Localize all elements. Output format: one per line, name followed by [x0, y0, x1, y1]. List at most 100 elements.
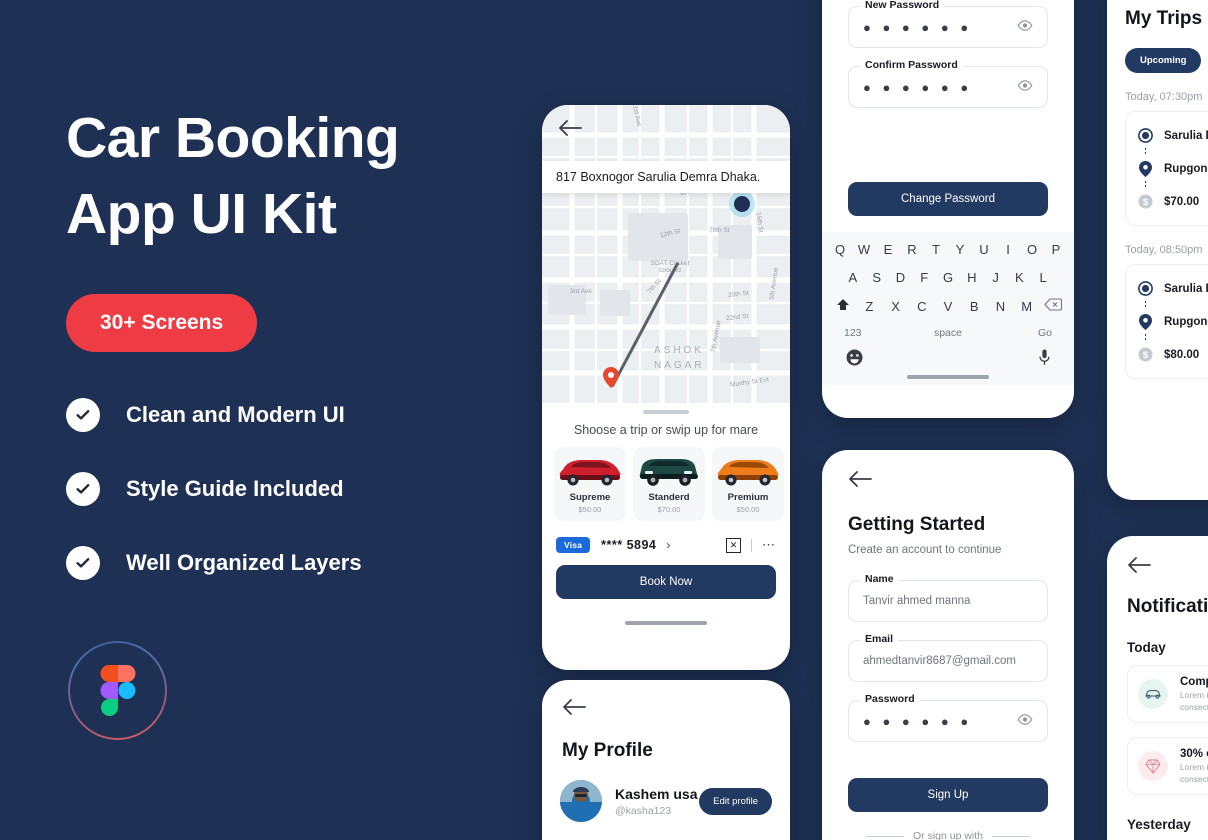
key-d[interactable]: D [889, 270, 913, 285]
edit-profile-button[interactable]: Edit profile [699, 787, 772, 815]
key-w[interactable]: W [852, 242, 876, 257]
car-option[interactable]: Supreme $50.00 [554, 447, 626, 521]
car-price: $70.00 [657, 505, 681, 514]
key-b[interactable]: B [961, 299, 987, 314]
trip-card[interactable]: Sarulia Demra Rupgong, Dhaka $ $70.00 [1125, 111, 1208, 226]
trip-fare-row: $ $80.00 [1138, 342, 1208, 367]
car-suv-green-icon [639, 459, 698, 486]
payment-method-row[interactable]: Visa **** 5894 › ✕ ⋯ [542, 525, 790, 559]
backspace-icon[interactable] [1040, 298, 1066, 314]
shift-up-icon[interactable] [830, 298, 856, 314]
eye-icon[interactable] [1017, 712, 1033, 730]
key-q[interactable]: Q [828, 242, 852, 257]
key-f[interactable]: F [912, 270, 936, 285]
confirm-password-field[interactable]: ● ● ● ● ● ● Confirm Password [848, 59, 1048, 108]
key-g[interactable]: G [936, 270, 960, 285]
destination-dot-icon [734, 196, 750, 212]
key-s[interactable]: S [865, 270, 889, 285]
emoji-smiley-icon[interactable] [846, 349, 863, 371]
new-password-field[interactable]: ● ● ● ● ● ● New Password [848, 0, 1048, 48]
key-v[interactable]: V [935, 299, 961, 314]
signup-title: Getting Started [848, 514, 986, 535]
key-numeric[interactable]: 123 [844, 327, 913, 339]
keyboard-row-1: Q W E R T Y U I O P [828, 242, 1068, 257]
password-field[interactable]: ● ● ● ● ● ● Password [848, 693, 1048, 742]
phone-screen-booking: 817 Boxnogor Sarulia Demra Dhaka. 21st A… [542, 105, 790, 670]
signup-button[interactable]: Sign Up [848, 778, 1048, 812]
map-pin-icon [1138, 160, 1153, 177]
key-n[interactable]: N [987, 299, 1013, 314]
radio-dot-icon [1138, 281, 1153, 296]
change-password-button[interactable]: Change Password [848, 182, 1048, 216]
notification-item[interactable]: Complete Lorem ipsum consecter [1127, 665, 1208, 723]
trip-destination: Rupgong, Dhaka [1164, 162, 1208, 175]
key-a[interactable]: A [841, 270, 865, 285]
key-p[interactable]: P [1044, 242, 1068, 257]
tab-upcoming[interactable]: Upcoming [1125, 48, 1202, 73]
key-y[interactable]: Y [948, 242, 972, 257]
trip-destination-row: Rupgong, Dhaka [1138, 156, 1208, 181]
title-line-2: App UI Kit [66, 182, 337, 246]
book-now-button[interactable]: Book Now [556, 565, 776, 599]
trips-title: My Trips [1125, 8, 1203, 29]
eye-icon[interactable] [1017, 18, 1033, 36]
divider [865, 835, 904, 837]
profile-back-button[interactable] [562, 698, 790, 716]
map-back-button[interactable] [558, 119, 582, 137]
chevron-right-icon[interactable]: › [666, 538, 670, 552]
email-field[interactable]: ahmedtanvir8687@gmail.com Email [848, 633, 1048, 682]
figma-logo-icon [70, 643, 165, 738]
key-o[interactable]: O [1020, 242, 1044, 257]
trip-origin: Sarulia Demra [1164, 282, 1208, 295]
avatar[interactable] [560, 780, 602, 822]
key-space[interactable]: space [913, 327, 982, 339]
field-label: Password [860, 693, 920, 705]
key-e[interactable]: E [876, 242, 900, 257]
onscreen-keyboard: Q W E R T Y U I O P A S D F G H J K L Z … [822, 232, 1074, 385]
back-arrow-icon [559, 120, 582, 136]
key-i[interactable]: I [996, 242, 1020, 257]
car-option[interactable]: Standerd $70.00 [633, 447, 705, 521]
key-t[interactable]: T [924, 242, 948, 257]
car-option[interactable]: Premium $50.00 [712, 447, 784, 521]
diamond-icon [1138, 751, 1168, 781]
key-j[interactable]: J [984, 270, 1008, 285]
key-h[interactable]: H [960, 270, 984, 285]
signup-back-button[interactable] [848, 470, 1048, 488]
feature-list: Clean and Modern UI Style Guide Included… [66, 398, 506, 580]
car-icon [1138, 679, 1168, 709]
feature-item: Style Guide Included [66, 472, 506, 506]
dollar-coin-icon: $ [1138, 347, 1153, 362]
notifications-back-button[interactable] [1127, 556, 1208, 574]
more-horizontal-icon[interactable]: ⋯ [762, 537, 776, 553]
key-k[interactable]: K [1007, 270, 1031, 285]
key-z[interactable]: Z [856, 299, 882, 314]
x-box-icon[interactable]: ✕ [726, 537, 741, 553]
eye-icon[interactable] [1017, 78, 1033, 96]
trip-card[interactable]: Sarulia Demra Rupgong, Dhaka $ $80.00 [1125, 264, 1208, 379]
feature-label: Style Guide Included [126, 476, 344, 501]
notification-item[interactable]: 30% off Lorem ipsum consecter [1127, 737, 1208, 795]
key-x[interactable]: X [882, 299, 908, 314]
address-bar[interactable]: 817 Boxnogor Sarulia Demra Dhaka. [542, 161, 790, 193]
trip-fare: $70.00 [1164, 195, 1200, 208]
bottom-sheet-handle[interactable] [643, 410, 689, 414]
key-r[interactable]: R [900, 242, 924, 257]
trip-origin-row: Sarulia Demra [1138, 123, 1208, 148]
microphone-icon[interactable] [1039, 349, 1050, 371]
name-field[interactable]: Tanvir ahmed manna Name [848, 573, 1048, 622]
map-view[interactable]: 817 Boxnogor Sarulia Demra Dhaka. 21st A… [542, 105, 790, 403]
home-indicator [907, 375, 989, 379]
feature-label: Clean and Modern UI [126, 402, 345, 427]
key-u[interactable]: U [972, 242, 996, 257]
key-m[interactable]: M [1014, 299, 1040, 314]
divider [992, 835, 1031, 837]
key-c[interactable]: C [909, 299, 935, 314]
dollar-coin-icon: $ [1138, 194, 1153, 209]
key-l[interactable]: L [1031, 270, 1055, 285]
notification-text: 30% off Lorem ipsum consecter [1180, 748, 1208, 784]
feature-item: Clean and Modern UI [66, 398, 506, 432]
key-go[interactable]: Go [983, 327, 1052, 339]
car-name: Standerd [648, 492, 690, 503]
phone-screen-signup: Getting Started Create an account to con… [822, 450, 1074, 840]
